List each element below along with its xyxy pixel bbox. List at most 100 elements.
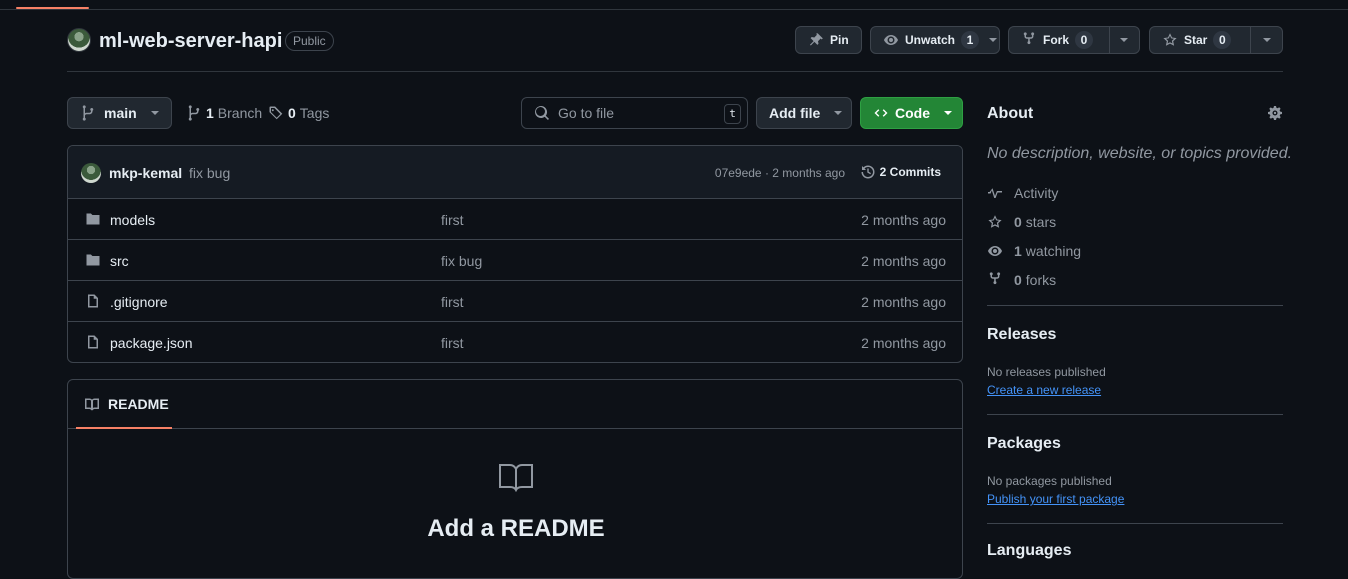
star-icon [988, 215, 1002, 228]
fork-label: Fork [1043, 33, 1070, 47]
code-label: Code [895, 105, 930, 121]
file-name-link[interactable]: models [110, 212, 155, 228]
unwatch-label: Unwatch [905, 33, 956, 47]
active-tab-indicator [16, 7, 89, 9]
chevron-down-icon [989, 38, 998, 42]
file-table: mkp-kemal fix bug 07e9ede · 2 months ago… [67, 145, 963, 363]
releases-title[interactable]: Releases [987, 326, 1056, 344]
table-row[interactable]: models first 2 months ago [68, 199, 962, 240]
file-commit-message[interactable]: first [441, 212, 464, 228]
history-icon [861, 165, 875, 179]
star-count: 0 [1213, 31, 1232, 49]
file-name-link[interactable]: .gitignore [110, 294, 168, 310]
file-commit-message[interactable]: first [441, 294, 464, 310]
chevron-down-icon[interactable] [1263, 38, 1271, 42]
branch-select-button[interactable]: main [67, 97, 172, 129]
fork-split-divider [1109, 27, 1110, 53]
code-button[interactable]: Code [860, 97, 963, 129]
about-header: About [987, 105, 1283, 125]
file-commit-message[interactable]: first [441, 335, 464, 351]
stars-count: 0 [1014, 214, 1022, 230]
book-icon [85, 398, 99, 410]
latest-commit-row: mkp-kemal fix bug 07e9ede · 2 months ago… [68, 146, 962, 199]
add-file-label: Add file [769, 105, 821, 121]
commits-link[interactable]: 2 Commits [860, 164, 941, 180]
star-split-divider [1250, 27, 1251, 53]
go-to-file-field[interactable]: t [521, 97, 748, 129]
code-icon [874, 109, 888, 117]
table-row[interactable]: src fix bug 2 months ago [68, 240, 962, 281]
packages-note: No packages published [987, 474, 1112, 488]
forks-label: forks [1025, 272, 1057, 288]
commit-sha-time[interactable]: 07e9ede · 2 months ago [715, 166, 845, 180]
repo-name-link[interactable]: ml-web-server-hapi [99, 30, 282, 53]
add-file-button[interactable]: Add file [756, 97, 852, 129]
tab-readme[interactable]: README [76, 380, 172, 429]
search-icon [535, 106, 549, 120]
visibility-badge: Public [285, 31, 334, 51]
pin-button[interactable]: Pin [795, 26, 862, 54]
readme-tab-bar: README [68, 380, 962, 429]
file-date: 2 months ago [861, 212, 946, 228]
author-avatar[interactable] [81, 163, 101, 183]
current-branch: main [104, 105, 137, 121]
divider [987, 305, 1283, 306]
shortcut-key: t [724, 104, 741, 124]
top-nav-border [0, 0, 1348, 10]
file-name-link[interactable]: src [110, 253, 129, 269]
file-commit-message[interactable]: fix bug [441, 253, 482, 269]
watching-label: watching [1025, 243, 1082, 259]
file-icon [88, 294, 98, 308]
book-icon [499, 464, 533, 492]
branch-icon [82, 105, 94, 121]
commit-author-link[interactable]: mkp-kemal [109, 165, 182, 181]
file-date: 2 months ago [861, 335, 946, 351]
about-description: No description, website, or topics provi… [987, 145, 1293, 162]
go-to-file-input[interactable] [558, 105, 718, 121]
branch-icon [188, 105, 200, 121]
readme-panel: README Add a README [67, 379, 963, 579]
unwatch-button[interactable]: Unwatch 1 [870, 26, 1000, 54]
branch-label: Branch [217, 105, 263, 121]
file-icon [88, 335, 98, 349]
packages-title[interactable]: Packages [987, 435, 1061, 453]
commits-count: 2 Commits [879, 165, 941, 179]
divider [987, 523, 1283, 524]
file-date: 2 months ago [861, 294, 946, 310]
stars-link[interactable]: 0 stars [987, 214, 1056, 230]
star-icon [1163, 33, 1177, 46]
branch-count: 1 [206, 105, 214, 121]
branches-link[interactable]: 1 Branch [186, 105, 262, 121]
forks-link[interactable]: 0 forks [987, 272, 1056, 288]
activity-link[interactable]: Activity [987, 185, 1058, 201]
fork-button[interactable]: Fork 0 [1008, 26, 1140, 54]
tag-icon [269, 106, 283, 120]
pin-icon [810, 33, 823, 46]
chevron-down-icon [944, 111, 952, 115]
watching-count: 1 [1014, 243, 1022, 259]
file-name-link[interactable]: package.json [110, 335, 193, 351]
readme-empty-title: Add a README [427, 515, 605, 542]
create-release-link[interactable]: Create a new release [987, 383, 1101, 397]
repo-header: ml-web-server-hapi Public Pin Unwatch 1 … [67, 26, 1283, 72]
publish-package-link[interactable]: Publish your first package [987, 492, 1124, 506]
stars-label: stars [1025, 214, 1057, 230]
gear-icon[interactable] [1267, 105, 1283, 121]
about-title: About [987, 105, 1034, 122]
chevron-down-icon [834, 111, 843, 115]
watchers-link[interactable]: 1 watching [987, 243, 1081, 259]
languages-title: Languages [987, 542, 1072, 559]
tags-link[interactable]: 0 Tags [268, 105, 329, 121]
commit-message-link[interactable]: fix bug [189, 165, 230, 181]
eye-icon [988, 246, 1002, 256]
star-button[interactable]: Star 0 [1149, 26, 1283, 54]
chevron-down-icon[interactable] [1120, 38, 1128, 42]
fork-count: 0 [1075, 31, 1094, 49]
forks-count: 0 [1014, 272, 1022, 288]
table-row[interactable]: .gitignore first 2 months ago [68, 281, 962, 322]
folder-icon [86, 213, 100, 225]
table-row[interactable]: package.json first 2 months ago [68, 322, 962, 362]
owner-avatar[interactable] [67, 28, 91, 52]
readme-tab-label: README [108, 395, 169, 412]
pulse-icon [988, 188, 1002, 198]
